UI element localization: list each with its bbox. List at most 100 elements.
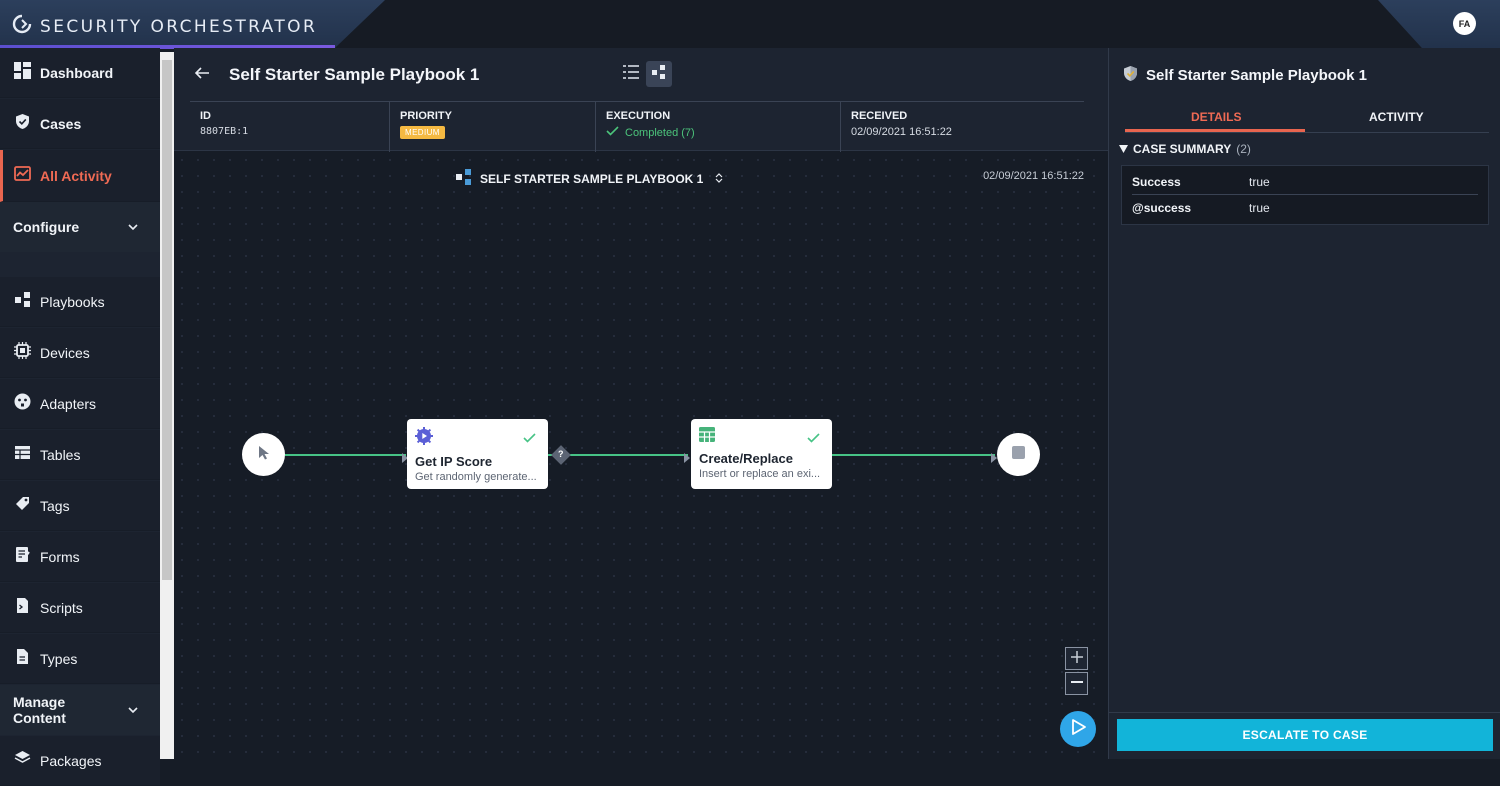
brand-logo[interactable]: SECURITY ORCHESTRATOR <box>12 14 317 39</box>
list-view-button[interactable] <box>620 63 642 85</box>
chevron-down-icon <box>128 701 138 719</box>
execution-label: EXECUTION <box>606 110 671 122</box>
summary-key: @success <box>1132 200 1192 215</box>
sidebar-item-dashboard[interactable]: Dashboard <box>0 48 160 98</box>
node-title: Create/Replace <box>699 451 793 466</box>
back-arrow-icon[interactable] <box>194 65 210 86</box>
check-icon <box>807 430 820 448</box>
table-icon <box>14 444 31 466</box>
flow-selector[interactable]: SELF STARTER SAMPLE PLAYBOOK 1 <box>456 169 723 188</box>
arrow-head-icon <box>684 450 690 468</box>
user-background <box>1378 0 1500 48</box>
received-value: 02/09/2021 16:51:22 <box>851 126 952 138</box>
panel-title-text: Self Starter Sample Playbook 1 <box>1146 67 1367 84</box>
sidebar-item-label: All Activity <box>40 167 112 184</box>
id-label: ID <box>200 110 211 122</box>
sidebar-item-types[interactable]: Types <box>0 634 160 684</box>
graph-view-button[interactable] <box>646 61 672 87</box>
sidebar-item-label: Types <box>40 650 78 667</box>
execution-value: Completed (7) <box>625 126 695 139</box>
execution-status: Completed (7) <box>606 126 830 139</box>
summary-key: Success <box>1132 175 1181 189</box>
received-label: RECEIVED <box>851 110 908 122</box>
form-icon <box>14 546 31 568</box>
dashboard-icon <box>14 61 31 84</box>
sidebar-item-packages[interactable]: Packages <box>0 736 160 786</box>
flow-edge <box>285 454 406 456</box>
check-icon <box>523 430 536 448</box>
sidebar-item-devices[interactable]: Devices <box>0 328 160 378</box>
tab-details[interactable]: DETAILS <box>1191 110 1241 124</box>
sidebar-item-label: Packages <box>40 752 102 769</box>
sidebar-item-label: Tables <box>40 446 81 463</box>
sidebar-item-label: Adapters <box>40 395 97 412</box>
divider <box>1109 712 1500 713</box>
table-row: Success true <box>1132 170 1478 195</box>
summary-value: true <box>1249 175 1270 189</box>
sidebar-item-forms[interactable]: Forms <box>0 532 160 582</box>
case-summary-toggle[interactable]: CASE SUMMARY (2) <box>1119 142 1251 156</box>
file-icon <box>14 648 31 670</box>
top-bar: SECURITY ORCHESTRATOR FA <box>0 0 1500 49</box>
chip-icon <box>14 341 31 364</box>
sidebar-item-all-activity[interactable]: All Activity <box>0 150 160 202</box>
sidebar-item-scripts[interactable]: Scripts <box>0 583 160 633</box>
orchestrator-logo-icon <box>12 14 32 39</box>
cursor-icon <box>258 445 270 465</box>
chevron-down-icon <box>128 218 138 236</box>
sidebar-item-adapters[interactable]: Adapters <box>0 379 160 429</box>
priority-badge: MEDIUM <box>400 126 445 139</box>
sidebar-item-cases[interactable]: Cases <box>0 99 160 149</box>
sidebar-item-label: Cases <box>40 115 82 132</box>
end-node[interactable] <box>997 433 1040 476</box>
plug-icon <box>14 393 31 415</box>
list-icon <box>623 64 639 84</box>
info-id: ID 8807EB:1 <box>190 102 390 152</box>
playbook-canvas[interactable]: SELF STARTER SAMPLE PLAYBOOK 1 02/09/202… <box>174 152 1108 759</box>
flow-name: SELF STARTER SAMPLE PLAYBOOK 1 <box>480 171 704 186</box>
sidebar-item-tables[interactable]: Tables <box>0 430 160 480</box>
id-value: 8807EB:1 <box>200 126 249 137</box>
run-playbook-button[interactable] <box>1060 711 1096 747</box>
triangle-down-icon <box>1119 142 1128 156</box>
node-description: Get randomly generate... <box>415 471 537 483</box>
sidebar-scrollbar-thumb[interactable] <box>162 60 172 580</box>
sidebar-item-label: Forms <box>40 548 80 565</box>
sidebar-item-playbooks[interactable]: Playbooks <box>0 277 160 327</box>
table-icon <box>699 427 715 446</box>
decision-label: ? <box>558 449 564 459</box>
section-label: Configure <box>13 219 80 235</box>
shield-icon <box>14 113 31 135</box>
info-received: RECEIVED 02/09/2021 16:51:22 <box>841 102 1084 152</box>
case-summary-table: Success true @success true <box>1121 165 1489 225</box>
table-row: @success true <box>1132 195 1478 220</box>
playbook-icon <box>14 291 31 313</box>
zoom-in-button[interactable] <box>1065 647 1088 670</box>
panel-tabs: DETAILS ACTIVITY <box>1125 108 1489 133</box>
activity-icon <box>14 165 31 187</box>
sidebar-item-tags[interactable]: Tags <box>0 481 160 531</box>
sidebar-section-manage-content[interactable]: Manage Content <box>0 685 160 735</box>
plus-icon <box>1070 650 1083 668</box>
flow-date: 02/09/2021 16:51:22 <box>983 170 1084 182</box>
sidebar-section-configure[interactable]: Configure <box>0 202 160 252</box>
flow-edge <box>832 454 995 456</box>
node-description: Insert or replace an exi... <box>699 468 821 480</box>
node-title: Get IP Score <box>415 454 493 469</box>
panel-title: Self Starter Sample Playbook 1 <box>1123 65 1367 86</box>
flow-node-get-ip-score[interactable]: Get IP Score Get randomly generate... <box>407 419 548 489</box>
zoom-out-button[interactable] <box>1065 672 1088 695</box>
script-icon <box>14 597 31 619</box>
active-tab-indicator <box>1125 129 1305 132</box>
start-node[interactable] <box>242 433 285 476</box>
tag-icon <box>14 495 31 517</box>
sort-toggle-icon <box>715 172 723 186</box>
execution-info-row: ID 8807EB:1 PRIORITY MEDIUM EXECUTION Co… <box>190 101 1084 152</box>
user-avatar[interactable]: FA <box>1453 12 1476 35</box>
gear-play-icon <box>415 427 433 449</box>
tab-activity[interactable]: ACTIVITY <box>1369 110 1424 124</box>
details-panel: Self Starter Sample Playbook 1 DETAILS A… <box>1108 48 1500 759</box>
info-priority: PRIORITY MEDIUM <box>390 102 596 152</box>
flow-node-create-replace[interactable]: Create/Replace Insert or replace an exi.… <box>691 419 832 489</box>
escalate-to-case-button[interactable]: ESCALATE TO CASE <box>1117 719 1493 751</box>
